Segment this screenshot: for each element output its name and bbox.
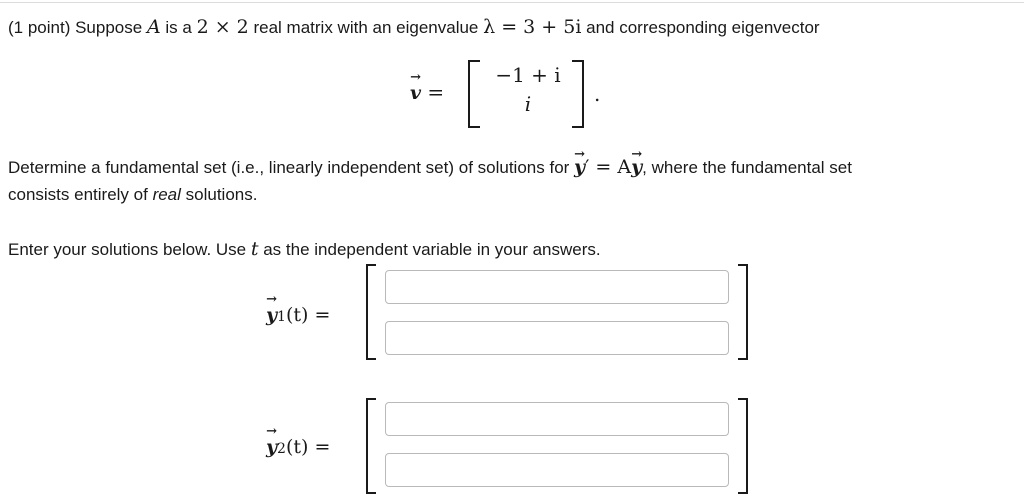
problem-statement-line-3: consists entirely of real solutions. (8, 184, 257, 206)
y2-bottom-input[interactable] (385, 453, 729, 487)
y1-right-bracket (738, 264, 748, 360)
text: and corresponding eigenvector (581, 18, 820, 37)
text: real matrix with an eigenvalue (248, 18, 484, 37)
y1-bottom-input[interactable] (385, 321, 729, 355)
emphasis-real: real (152, 185, 181, 204)
eigenvector-top-entry: −1 + i (495, 63, 561, 87)
y1-left-bracket (366, 264, 376, 360)
label-rest: (t) = (285, 436, 331, 458)
y1-top-input[interactable] (385, 270, 729, 304)
text: Suppose (70, 18, 147, 37)
subscript: 2 (277, 441, 286, 457)
eigenvector-equation: v = −1 + i i . (410, 60, 620, 132)
v-symbol: v (410, 70, 421, 104)
instructions-line: Enter your solutions below. Use t as the… (8, 238, 601, 261)
y-vector: y (266, 424, 277, 458)
equals-sign: = (421, 80, 445, 104)
y-vector: y (266, 292, 277, 326)
eigenvector-label: v = (410, 70, 445, 104)
y-vector: y (574, 144, 585, 178)
period: . (594, 82, 601, 106)
y1-label: y1(t) = (266, 292, 331, 326)
y-vector: y (631, 144, 642, 178)
label-rest: (t) = (285, 304, 331, 326)
text: as the independent variable in your answ… (258, 240, 601, 259)
equation-middle: ′ = A (585, 156, 632, 178)
subscript: 1 (277, 309, 286, 325)
top-divider (0, 2, 1024, 3)
left-bracket (468, 60, 480, 128)
y2-label: y2(t) = (266, 424, 331, 458)
variable-t: t (250, 238, 259, 260)
text: consists entirely of (8, 185, 153, 204)
text: , where the fundamental set (642, 158, 852, 177)
y2-top-input[interactable] (385, 402, 729, 436)
points-label: (1 point) (8, 18, 71, 37)
right-bracket (572, 60, 584, 128)
matrix-symbol: A (146, 16, 161, 38)
text: is a (160, 18, 197, 37)
matrix-size: 2 × 2 (196, 16, 249, 38)
problem-statement-line-1: (1 point) Suppose A is a 2 × 2 real matr… (8, 16, 820, 39)
eigenvector-bottom-entry: i (524, 92, 532, 116)
y2-left-bracket (366, 398, 376, 494)
eigenvalue: λ = 3 + 5i (483, 16, 582, 38)
text: Enter your solutions below. Use (8, 240, 251, 259)
text: Determine a fundamental set (i.e., linea… (8, 158, 575, 177)
problem-statement-line-2: Determine a fundamental set (i.e., linea… (8, 144, 852, 179)
y2-right-bracket (738, 398, 748, 494)
text: solutions. (180, 185, 258, 204)
